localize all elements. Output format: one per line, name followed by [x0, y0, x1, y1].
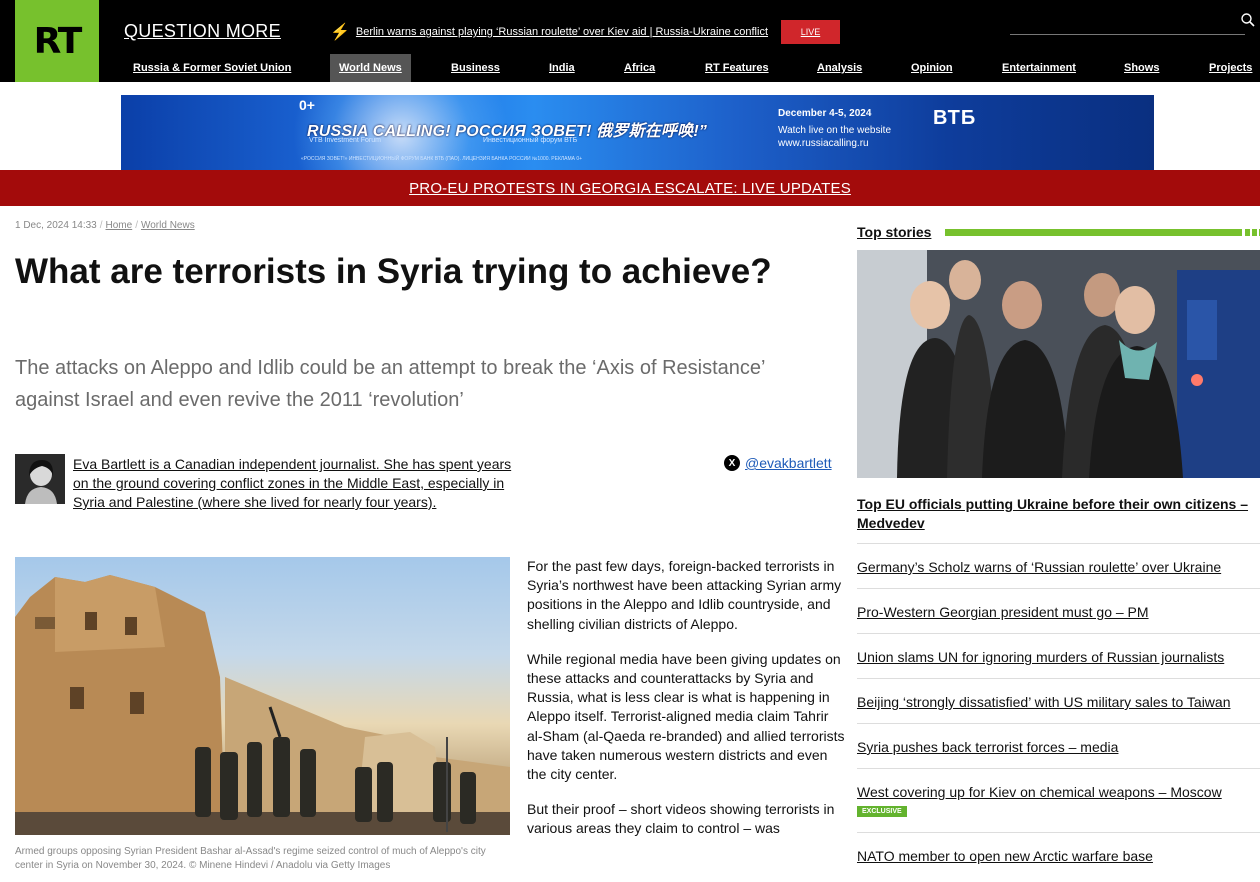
article-paragraph: But their proof – short videos showing t…	[527, 801, 835, 837]
exclusive-badge: EXCLUSIVE	[857, 806, 907, 817]
nav-russia[interactable]: Russia & Former Soviet Union	[124, 54, 300, 82]
list-item: Beijing ‘strongly dissatisfied’ with US …	[857, 678, 1260, 723]
nav-opinion[interactable]: Opinion	[902, 54, 962, 82]
nav-shows[interactable]: Shows	[1115, 54, 1168, 82]
nav-entertainment[interactable]: Entertainment	[993, 54, 1085, 82]
article-timestamp: 1 Dec, 2024 14:33	[15, 220, 97, 231]
search-icon[interactable]	[1241, 13, 1255, 27]
top-stories-divider	[945, 229, 1242, 236]
story-link[interactable]: Pro-Western Georgian president must go –…	[857, 604, 1149, 620]
nav-business[interactable]: Business	[442, 54, 509, 82]
list-item: Germany’s Scholz warns of ‘Russian roule…	[857, 543, 1260, 588]
photo-caption: Armed groups opposing Syrian President B…	[15, 846, 486, 871]
banner-site: www.russiacalling.ru	[778, 138, 869, 149]
breaking-news: ⚡ Berlin warns against playing ‘Russian …	[330, 22, 768, 42]
breadcrumb-home[interactable]: Home	[106, 220, 133, 231]
list-item: NATO member to open new Arctic warfare b…	[857, 832, 1260, 877]
main-nav: Russia & Former Soviet Union World News …	[0, 54, 1260, 82]
search-input[interactable]	[1010, 34, 1245, 35]
banner-subtitle-en: VTB Investment Forum	[309, 137, 381, 144]
story-link[interactable]: NATO member to open new Arctic warfare b…	[857, 848, 1153, 864]
article-body: For the past few days, foreign-backed te…	[527, 557, 845, 855]
list-item: West covering up for Kiev on chemical we…	[857, 768, 1260, 832]
banner-subtitle-ru: Инвестиционный форум ВТБ	[483, 137, 578, 144]
nav-rt-features[interactable]: RT Features	[696, 54, 778, 82]
nav-world-news[interactable]: World News	[330, 54, 411, 82]
top-stories-divider-end	[1245, 229, 1260, 236]
top-stories-heading[interactable]: Top stories	[857, 224, 931, 240]
x-handle-link[interactable]: @evakbartlett	[745, 455, 832, 471]
ad-banner[interactable]: 0+ RUSSIA CALLING! РОССИЯ ЗОВЕТ! 俄罗斯在呼唤!…	[121, 95, 1154, 170]
list-item: Union slams UN for ignoring murders of R…	[857, 633, 1260, 678]
x-logo-icon: X	[724, 455, 740, 471]
list-item: Syria pushes back terrorist forces – med…	[857, 723, 1260, 768]
nav-africa[interactable]: Africa	[615, 54, 664, 82]
banner-fine-print: «РОССИЯ ЗОВЕТ!» ИНВЕСТИЦИОННЫЙ ФОРУМ БАН…	[301, 156, 583, 162]
nav-india[interactable]: India	[540, 54, 584, 82]
live-updates-strip: PRO-EU PROTESTS IN GEORGIA ESCALATE: LIV…	[0, 170, 1260, 206]
lightning-icon: ⚡	[330, 24, 350, 41]
top-story-headline[interactable]: Top EU officials putting Ukraine before …	[857, 495, 1257, 533]
breadcrumb: 1 Dec, 2024 14:33/Home / World News	[15, 220, 195, 231]
article-headline: What are terrorists in Syria trying to a…	[15, 252, 772, 291]
vtb-logo: ВТБ	[933, 107, 977, 129]
banner-age-rating: 0+	[299, 97, 315, 113]
story-link[interactable]: Beijing ‘strongly dissatisfied’ with US …	[857, 694, 1230, 710]
author-avatar[interactable]	[15, 454, 65, 504]
site-header: RT QUESTION MORE ⚡ Berlin warns against …	[0, 0, 1260, 82]
breadcrumb-world-news[interactable]: World News	[141, 220, 195, 231]
story-link[interactable]: Germany’s Scholz warns of ‘Russian roule…	[857, 559, 1221, 575]
author-social: X @evakbartlett	[724, 455, 832, 471]
list-item: Pro-Western Georgian president must go –…	[857, 588, 1260, 633]
top-stories-list: Germany’s Scholz warns of ‘Russian roule…	[857, 543, 1260, 877]
article-summary: The attacks on Aleppo and Idlib could be…	[15, 357, 765, 411]
author-bio-link[interactable]: Eva Bartlett is a Canadian independent j…	[73, 455, 518, 512]
slogan-link[interactable]: QUESTION MORE	[124, 21, 281, 42]
story-link[interactable]: Syria pushes back terrorist forces – med…	[857, 739, 1118, 755]
nav-analysis[interactable]: Analysis	[808, 54, 871, 82]
live-updates-link[interactable]: PRO-EU PROTESTS IN GEORGIA ESCALATE: LIV…	[409, 180, 851, 197]
article-paragraph: While regional media have been giving up…	[527, 650, 845, 783]
story-link[interactable]: Union slams UN for ignoring murders of R…	[857, 649, 1224, 665]
nav-projects[interactable]: Projects	[1200, 54, 1260, 82]
top-story-photo[interactable]	[857, 250, 1260, 478]
story-link[interactable]: West covering up for Kiev on chemical we…	[857, 784, 1222, 800]
breaking-news-link[interactable]: Berlin warns against playing ‘Russian ro…	[356, 26, 768, 38]
article-photo[interactable]	[15, 557, 510, 835]
live-button[interactable]: LIVE	[781, 20, 840, 44]
article-paragraph: For the past few days, foreign-backed te…	[527, 558, 842, 632]
banner-watch: Watch live on the website	[778, 125, 892, 136]
banner-date: December 4-5, 2024	[778, 108, 872, 119]
